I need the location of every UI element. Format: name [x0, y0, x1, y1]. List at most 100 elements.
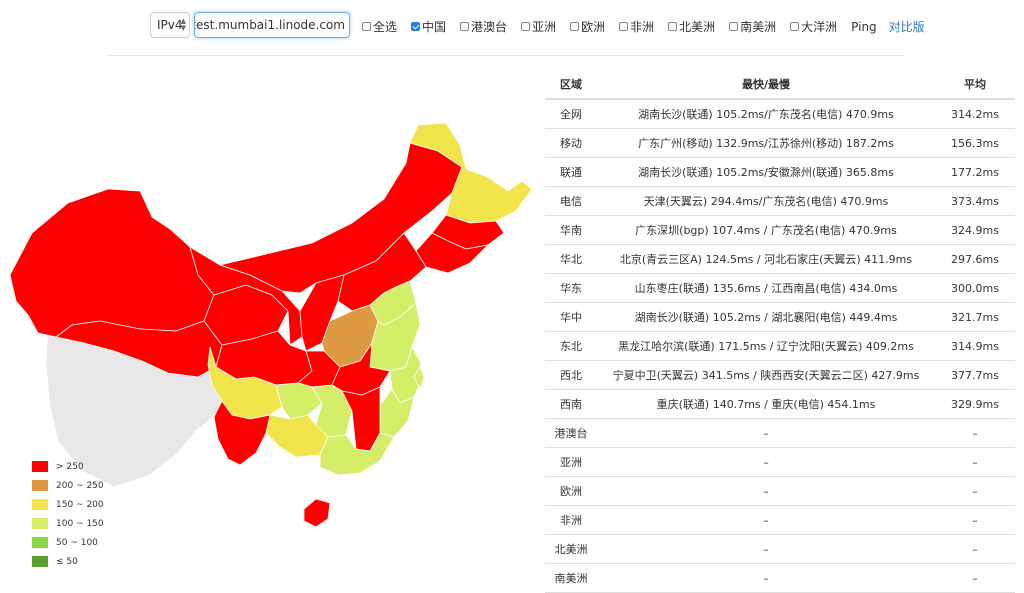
range-cell: 天津(天翼云) 294.4ms/广东茂名(电信) 470.9ms: [643, 195, 889, 208]
map-province-xinjiang[interactable]: [9, 188, 215, 338]
table-row: 非洲 – –: [545, 506, 1015, 535]
table-row: 东北 黑龙江哈尔滨(联通) 171.5ms / 辽宁沈阳(天翼云) 409.2ms…: [545, 332, 1015, 361]
average-cell: –: [972, 484, 978, 498]
checkbox-select-all[interactable]: 全选: [362, 18, 397, 35]
checkbox-checked-icon[interactable]: [411, 22, 421, 31]
table-row: 华南 广东深圳(bgp) 107.4ms / 广东茂名(电信) 470.9ms 32…: [545, 216, 1015, 245]
checkbox-icon[interactable]: [362, 22, 371, 31]
region-cell: 亚洲: [560, 456, 582, 469]
average-cell: –: [972, 542, 978, 556]
average-cell: –: [972, 426, 978, 440]
legend-label: 100 ~ 150: [56, 518, 104, 529]
latency-table: 区域 最快/最慢 平均 全网 湖南长沙(联通) 105.2ms/广东茂名(电信) …: [545, 70, 1015, 593]
checkbox-icon[interactable]: [460, 22, 470, 31]
table-row: 亚洲 – –: [545, 448, 1015, 477]
ping-mode-link[interactable]: Ping: [851, 20, 877, 34]
range-cell: –: [763, 484, 769, 498]
host-input[interactable]: edtest.mumbai1.linode.com: [194, 12, 350, 38]
region-cell: 东北: [560, 340, 582, 353]
checkbox-label: 南美洲: [740, 20, 777, 34]
legend-item[interactable]: 150 ~ 200: [32, 495, 104, 514]
checkbox-icon[interactable]: [619, 22, 629, 31]
table-row: 华东 山东枣庄(联通) 135.6ms / 江西南昌(电信) 434.0ms 300…: [545, 274, 1015, 303]
checkbox-icon[interactable]: [570, 22, 580, 31]
map-province-hainan[interactable]: [303, 498, 331, 528]
range-cell: 黑龙江哈尔滨(联通) 171.5ms / 辽宁沈阳(天翼云) 409.2ms: [618, 340, 914, 353]
legend-item[interactable]: 50 ~ 100: [32, 533, 104, 552]
legend-item[interactable]: ≤ 50: [32, 552, 104, 571]
checkbox-china[interactable]: 中国: [411, 18, 446, 35]
checkbox-label: 港澳台: [471, 20, 508, 34]
host-input-value: edtest.mumbai1.linode.com: [195, 18, 345, 32]
checkbox-icon[interactable]: [729, 22, 739, 31]
average-cell: 377.7ms: [951, 368, 999, 382]
range-cell: 湖南长沙(联通) 105.2ms/广东茂名(电信) 470.9ms: [638, 108, 894, 121]
column-header-fastest-slowest: 最快/最慢: [741, 78, 791, 91]
legend-item[interactable]: 200 ~ 250: [32, 476, 104, 495]
region-cell: 南美洲: [554, 572, 588, 585]
checkbox-africa[interactable]: 非洲: [619, 18, 654, 35]
checkbox-europe[interactable]: 欧洲: [570, 18, 605, 35]
table-row: 全网 湖南长沙(联通) 105.2ms/广东茂名(电信) 470.9ms 314.2…: [545, 100, 1015, 129]
legend-swatch: [32, 499, 48, 510]
checkbox-icon[interactable]: [521, 22, 531, 31]
legend-label: 150 ~ 200: [56, 499, 104, 510]
compare-link[interactable]: 对比版: [889, 18, 925, 35]
table-row: 西南 重庆(联通) 140.7ms / 重庆(电信) 454.1ms 329.9ms: [545, 390, 1015, 419]
legend-item[interactable]: > 250: [32, 457, 104, 476]
checkbox-icon[interactable]: [668, 22, 678, 31]
toolbar-divider: [108, 55, 904, 56]
legend-label: 200 ~ 250: [56, 480, 104, 491]
legend-swatch: [32, 461, 48, 472]
region-cell: 华中: [560, 311, 582, 324]
checkbox-north-america[interactable]: 北美洲: [668, 18, 715, 35]
region-cell: 电信: [560, 195, 582, 208]
region-cell: 联通: [560, 166, 582, 179]
average-cell: 324.9ms: [951, 223, 999, 237]
select-arrows-icon: ▲ ▼: [180, 17, 186, 32]
range-cell: –: [763, 455, 769, 469]
checkbox-label: 欧洲: [581, 20, 606, 34]
checkbox-label: 非洲: [630, 20, 655, 34]
average-cell: 156.3ms: [951, 136, 999, 150]
range-cell: –: [763, 513, 769, 527]
checkbox-asia[interactable]: 亚洲: [521, 18, 556, 35]
region-filter: 全选 中国 港澳台 亚洲 欧洲 非洲 北美洲 南美洲 大洋洲 Ping 对比版: [362, 18, 925, 35]
map-legend: > 250 200 ~ 250 150 ~ 200 100 ~ 150 50 ~…: [32, 457, 104, 571]
table-body: 全网 湖南长沙(联通) 105.2ms/广东茂名(电信) 470.9ms 314.2…: [545, 100, 1015, 593]
table-row: 电信 天津(天翼云) 294.4ms/广东茂名(电信) 470.9ms 373.4m…: [545, 187, 1015, 216]
average-cell: 314.9ms: [951, 339, 999, 353]
checkbox-south-america[interactable]: 南美洲: [729, 18, 776, 35]
table-row: 北美洲 – –: [545, 535, 1015, 564]
table-row: 西北 宁夏中卫(天翼云) 341.5ms / 陕西西安(天翼云二区) 427.9m…: [545, 361, 1015, 390]
region-cell: 欧洲: [560, 485, 582, 498]
checkbox-icon[interactable]: [790, 22, 800, 31]
region-cell: 西北: [560, 369, 582, 382]
range-cell: –: [763, 571, 769, 585]
checkbox-hk-macau-taiwan[interactable]: 港澳台: [460, 18, 507, 35]
range-cell: 湖南长沙(联通) 105.2ms/安徽滁州(联通) 365.8ms: [638, 166, 894, 179]
region-cell: 华南: [560, 224, 582, 237]
range-cell: –: [763, 542, 769, 556]
ip-version-value: IPv4: [157, 18, 183, 32]
legend-item[interactable]: 100 ~ 150: [32, 514, 104, 533]
checkbox-label: 亚洲: [532, 20, 557, 34]
table-row: 欧洲 – –: [545, 477, 1015, 506]
average-cell: –: [972, 513, 978, 527]
region-cell: 全网: [560, 108, 582, 121]
checkbox-oceania[interactable]: 大洋洲: [790, 18, 837, 35]
ip-version-select[interactable]: IPv4 ▲ ▼: [150, 12, 190, 38]
table-row: 移动 广东广州(移动) 132.9ms/江苏徐州(移动) 187.2ms 156.3…: [545, 129, 1015, 158]
column-header-region: 区域: [560, 78, 582, 91]
region-cell: 移动: [560, 137, 582, 150]
region-cell: 华东: [560, 282, 582, 295]
region-cell: 华北: [560, 253, 582, 266]
legend-swatch: [32, 556, 48, 567]
range-cell: 宁夏中卫(天翼云) 341.5ms / 陕西西安(天翼云二区) 427.9ms: [612, 369, 920, 382]
checkbox-label: 大洋洲: [801, 20, 838, 34]
map-province-inner-mongolia[interactable]: [219, 142, 463, 294]
range-cell: 北京(青云三区A) 124.5ms / 河北石家庄(天翼云) 411.9ms: [619, 253, 913, 266]
range-cell: –: [763, 426, 769, 440]
region-cell: 港澳台: [554, 427, 588, 440]
range-cell: 山东枣庄(联通) 135.6ms / 江西南昌(电信) 434.0ms: [634, 282, 898, 295]
